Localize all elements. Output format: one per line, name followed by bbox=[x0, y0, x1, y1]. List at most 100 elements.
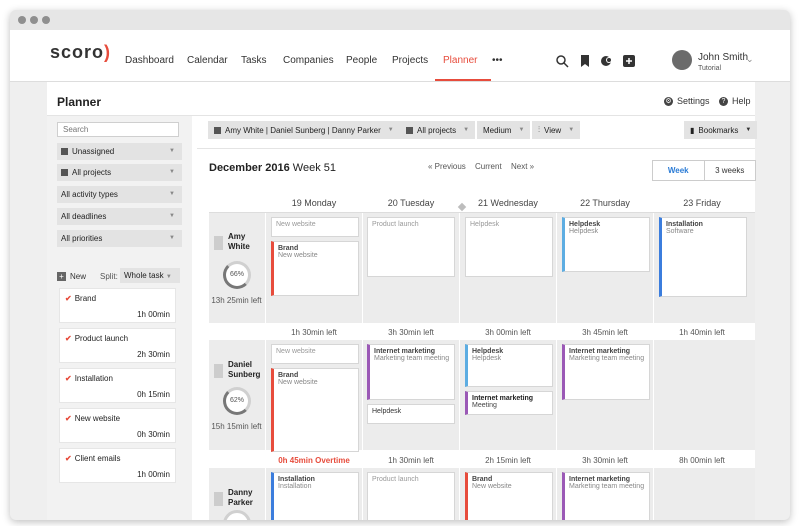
nav-dashboard[interactable]: Dashboard bbox=[125, 55, 174, 66]
nav-calendar[interactable]: Calendar bbox=[187, 55, 228, 66]
nav-more[interactable]: ••• bbox=[492, 55, 503, 66]
caret-down-icon: ▼ bbox=[463, 127, 470, 133]
new-label: New bbox=[70, 272, 87, 281]
planner-grid: 19 Monday 20 Tuesday 21 Wednesday 22 Thu… bbox=[209, 188, 755, 520]
task-block[interactable]: Helpdesk bbox=[465, 217, 553, 277]
check-icon: ✔ bbox=[65, 374, 72, 383]
settings-label: Settings bbox=[677, 96, 710, 106]
day-time-left: 3h 45min left bbox=[582, 328, 628, 337]
nav-planner[interactable]: Planner bbox=[443, 55, 477, 66]
task-time: 0h 30min bbox=[137, 430, 170, 439]
task-block[interactable]: Internet marketing Marketing team meeting bbox=[562, 344, 650, 400]
task-block[interactable]: Internet marketing Marketing team meeting bbox=[367, 344, 455, 400]
task-time: 0h 15min bbox=[137, 390, 170, 399]
task-name: Product launch bbox=[74, 334, 129, 343]
task-block[interactable]: Installation Installation bbox=[271, 472, 359, 520]
task-block[interactable]: Product launch bbox=[367, 472, 455, 520]
nav-projects[interactable]: Projects bbox=[392, 55, 428, 66]
settings-button[interactable]: ⚙ Settings bbox=[664, 96, 710, 106]
day-header: 22 Thursday bbox=[580, 198, 630, 208]
task-name: New website bbox=[74, 414, 121, 423]
scoro-logo[interactable]: scoro) bbox=[50, 42, 111, 63]
task-card[interactable]: ✔ Installation 0h 15min bbox=[59, 368, 176, 403]
close-window-icon[interactable] bbox=[18, 16, 26, 24]
divider bbox=[459, 213, 460, 520]
filter-deadlines[interactable]: All deadlines ▼ bbox=[57, 208, 182, 225]
task-block[interactable]: Product launch bbox=[367, 217, 455, 277]
user-name[interactable]: John Smith bbox=[698, 52, 748, 63]
task-block[interactable]: Brand New website bbox=[465, 472, 553, 520]
day-time-left: 3h 30min left bbox=[582, 456, 628, 465]
filter-unassigned[interactable]: Unassigned ▼ bbox=[57, 143, 182, 160]
maximize-window-icon[interactable] bbox=[42, 16, 50, 24]
task-block[interactable]: Installation Software bbox=[659, 217, 747, 297]
task-block[interactable]: Helpdesk Helpdesk bbox=[562, 217, 650, 272]
split-value: Whole task bbox=[124, 271, 164, 280]
task-block[interactable]: Helpdesk Helpdesk bbox=[465, 344, 553, 387]
caret-down-icon: ▼ bbox=[518, 127, 525, 133]
drag-handle-icon[interactable] bbox=[214, 492, 223, 506]
task-card[interactable]: ✔ Client emails 1h 00min bbox=[59, 448, 176, 483]
next-week-link[interactable]: Next » bbox=[511, 162, 534, 171]
help-label: Help bbox=[732, 96, 751, 106]
briefcase-icon bbox=[61, 169, 68, 176]
check-icon: ✔ bbox=[65, 294, 72, 303]
minimize-window-icon[interactable] bbox=[30, 16, 38, 24]
task-block[interactable]: New website bbox=[271, 344, 359, 364]
caret-down-icon: ▼ bbox=[745, 127, 752, 133]
task-card[interactable]: ✔ New website 0h 30min bbox=[59, 408, 176, 443]
new-task-button[interactable]: + New bbox=[57, 272, 86, 281]
window-titlebar bbox=[10, 10, 790, 30]
person-name: Danny Parker bbox=[228, 488, 253, 507]
help-button[interactable]: ? Help bbox=[719, 96, 751, 106]
add-icon[interactable] bbox=[622, 54, 636, 68]
task-block[interactable]: Internet marketing Meeting bbox=[465, 391, 553, 415]
month-label: December 2016 bbox=[209, 162, 290, 174]
nav-people[interactable]: People bbox=[346, 55, 377, 66]
split-select[interactable]: Whole task ▼ bbox=[120, 268, 180, 283]
size-select[interactable]: Medium ▼ bbox=[477, 121, 531, 139]
user-avatar[interactable] bbox=[672, 50, 692, 70]
task-block[interactable]: New website bbox=[271, 217, 359, 237]
filter-label: All projects bbox=[72, 168, 112, 177]
search-icon[interactable] bbox=[555, 54, 569, 68]
caret-down-icon: ▼ bbox=[169, 148, 175, 154]
task-block[interactable]: Helpdesk bbox=[367, 404, 455, 424]
task-card[interactable]: ✔ Brand 1h 00min bbox=[59, 288, 176, 323]
bookmark-icon[interactable] bbox=[578, 54, 592, 68]
current-week-link[interactable]: Current bbox=[475, 162, 502, 171]
nav-companies[interactable]: Companies bbox=[283, 55, 334, 66]
drag-handle-icon[interactable] bbox=[214, 236, 223, 250]
task-time: 2h 30min bbox=[137, 350, 170, 359]
filter-label: All priorities bbox=[61, 234, 103, 243]
search-input[interactable] bbox=[57, 122, 179, 137]
task-block[interactable]: Brand New website bbox=[271, 368, 359, 452]
view-select[interactable]: ⫶ View ▼ bbox=[532, 121, 581, 139]
previous-week-link[interactable]: « Previous bbox=[428, 162, 466, 171]
nav-tasks[interactable]: Tasks bbox=[241, 55, 267, 66]
task-block[interactable]: Internet marketing Marketing team meeting bbox=[562, 472, 650, 520]
capacity-ring: 66% bbox=[223, 261, 251, 289]
bookmarks-button[interactable]: ▮ Bookmarks ▼ bbox=[684, 121, 758, 139]
filter-projects[interactable]: All projects ▼ bbox=[57, 164, 182, 181]
filter-priorities[interactable]: All priorities ▼ bbox=[57, 230, 182, 247]
chevron-down-icon[interactable]: ⌄ bbox=[746, 54, 754, 65]
people-select[interactable]: Amy White | Daniel Sunberg | Danny Parke… bbox=[208, 121, 400, 139]
chat-icon[interactable] bbox=[600, 54, 614, 68]
browser-window: scoro) Dashboard Calendar Tasks Companie… bbox=[10, 10, 790, 520]
filter-activity-types[interactable]: All activity types ▼ bbox=[57, 186, 182, 203]
day-header: 19 Monday bbox=[291, 198, 337, 208]
projects-select[interactable]: All projects ▼ bbox=[400, 121, 476, 139]
three-weeks-view-button[interactable]: 3 weeks bbox=[705, 161, 756, 180]
week-view-button[interactable]: Week bbox=[653, 161, 705, 180]
week-label: Week 51 bbox=[292, 162, 337, 174]
check-icon: ✔ bbox=[65, 414, 72, 423]
day-time-left: 8h 00min left bbox=[679, 456, 725, 465]
task-card[interactable]: ✔ Product launch 2h 30min bbox=[59, 328, 176, 363]
drag-handle-icon[interactable] bbox=[214, 364, 223, 378]
overtime-label: 0h 45min Overtime bbox=[278, 456, 350, 465]
bookmark-icon: ▮ bbox=[690, 125, 695, 135]
caret-down-icon: ▼ bbox=[169, 169, 175, 175]
task-block[interactable]: Brand New website bbox=[271, 241, 359, 296]
people-label: Amy White | Daniel Sunberg | Danny Parke… bbox=[225, 125, 381, 135]
